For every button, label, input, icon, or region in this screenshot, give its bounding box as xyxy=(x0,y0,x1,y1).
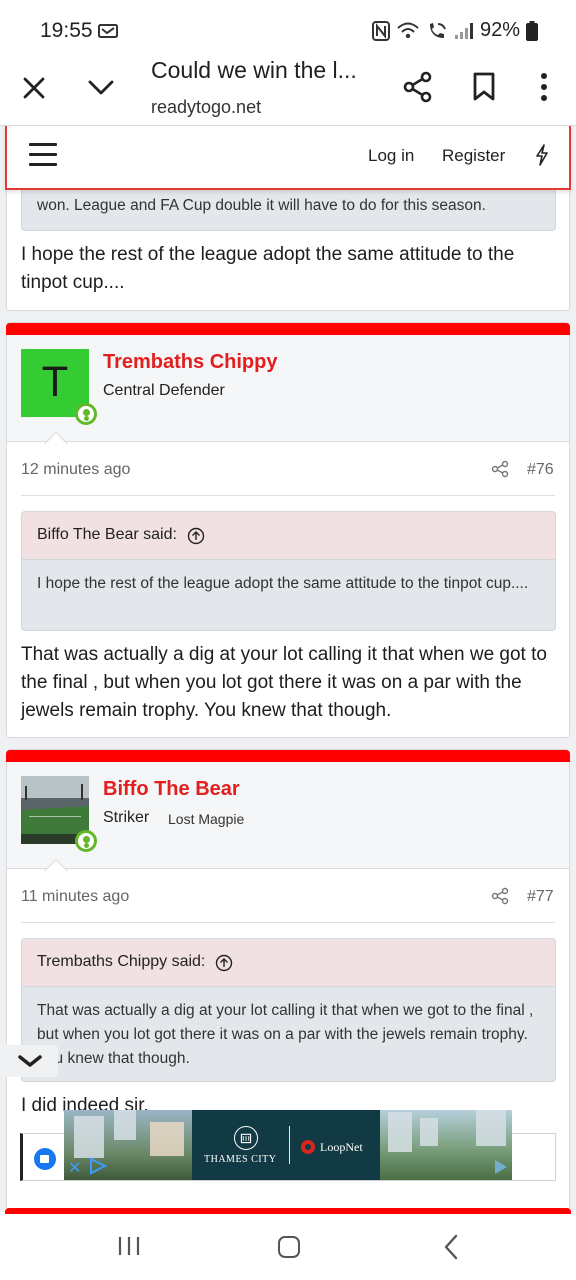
register-link[interactable]: Register xyxy=(442,146,505,166)
share-icon[interactable] xyxy=(403,71,433,103)
hamburger-menu-icon[interactable] xyxy=(29,143,57,167)
more-options-icon[interactable] xyxy=(538,72,550,102)
back-icon[interactable] xyxy=(443,1234,459,1260)
username[interactable]: Trembaths Chippy xyxy=(103,351,277,374)
thames-city-logo-icon xyxy=(234,1126,258,1150)
avatar[interactable] xyxy=(21,776,97,852)
user-banner: Lost Magpie xyxy=(168,811,245,827)
quote-block: Biffo The Bear said: I hope the rest of … xyxy=(21,511,556,631)
recent-apps-icon[interactable] xyxy=(118,1236,140,1256)
signal-icon xyxy=(454,22,473,39)
status-indicators: 92% xyxy=(371,19,538,42)
online-status-icon xyxy=(75,830,97,852)
loopnet-logo-icon xyxy=(301,1140,315,1154)
ad-choices-icon[interactable] xyxy=(492,1158,510,1176)
mail-notification-icon xyxy=(98,24,118,38)
status-bar: 19:55 92% xyxy=(0,0,576,56)
login-link[interactable]: Log in xyxy=(368,146,414,166)
page-url[interactable]: readytogo.net xyxy=(151,97,261,118)
like-icon[interactable] xyxy=(34,1148,56,1170)
user-block-notch xyxy=(43,430,69,444)
meta-divider xyxy=(21,495,555,496)
post-card: T Trembaths Chippy Central Defender 12 m… xyxy=(6,322,570,738)
home-icon[interactable] xyxy=(278,1236,300,1258)
post-accent-bar xyxy=(6,750,570,762)
ad-brand-loopnet: LoopNet xyxy=(320,1140,363,1154)
quote-author: Biffo The Bear said: xyxy=(37,526,177,543)
post-text: I hope the rest of the league adopt the … xyxy=(21,244,515,293)
close-icon[interactable] xyxy=(22,76,46,100)
chevron-down-icon xyxy=(18,1055,42,1067)
post-share-icon[interactable] xyxy=(491,460,509,478)
bookmark-icon[interactable] xyxy=(472,72,496,102)
user-title: Central Defender xyxy=(103,382,225,399)
arrow-up-circle-icon[interactable] xyxy=(187,527,205,545)
browser-toolbar: Could we win the l... readytogo.net xyxy=(0,56,576,126)
post-number[interactable]: #77 xyxy=(527,888,554,906)
user-block-notch xyxy=(43,857,69,871)
system-nav-bar xyxy=(0,1212,576,1280)
battery-percent: 92% xyxy=(479,19,520,41)
chevron-down-icon[interactable] xyxy=(88,78,114,98)
page-title[interactable]: Could we win the l... xyxy=(151,57,381,84)
nfc-icon xyxy=(371,20,390,41)
quote-header[interactable]: Trembaths Chippy said: xyxy=(22,939,555,987)
ad-brand-thames: THAMES CITY xyxy=(204,1154,277,1165)
ad-close-icon[interactable]: ✕ xyxy=(68,1158,81,1178)
ad-choices-icon[interactable] xyxy=(88,1157,108,1175)
meta-divider xyxy=(21,922,555,923)
arrow-up-circle-icon[interactable] xyxy=(215,954,233,972)
wifi-calling-icon xyxy=(429,22,446,38)
collapse-tab[interactable] xyxy=(0,1045,58,1077)
post-accent-bar xyxy=(6,323,570,335)
ad-banner[interactable]: THAMES CITY LoopNet ✕ xyxy=(64,1110,512,1180)
lightning-bolt-icon[interactable] xyxy=(534,144,550,166)
user-info: Biffo The Bear Striker Lost Magpie xyxy=(7,762,569,869)
quote-text: I hope the rest of the league adopt the … xyxy=(37,575,529,592)
quote-text: That was actually a dig at your lot call… xyxy=(37,1002,534,1067)
forum-header: Log in Register xyxy=(5,126,571,190)
online-status-icon xyxy=(75,403,97,425)
user-title: Striker xyxy=(103,809,150,826)
ad-center: THAMES CITY LoopNet xyxy=(192,1110,380,1180)
next-post-accent-bar xyxy=(5,1208,571,1214)
username[interactable]: Biffo The Bear xyxy=(103,778,240,801)
status-time: 19:55 xyxy=(40,19,93,42)
post-timestamp[interactable]: 11 minutes ago xyxy=(21,888,129,906)
post-text: That was actually a dig at your lot call… xyxy=(21,644,547,721)
ad-image-left xyxy=(64,1110,192,1180)
ad-separator xyxy=(289,1126,290,1164)
post-timestamp[interactable]: 12 minutes ago xyxy=(21,461,130,479)
wifi-icon xyxy=(397,22,419,38)
battery-icon xyxy=(526,20,538,41)
post-number[interactable]: #76 xyxy=(527,461,554,479)
thread-content: won. League and FA Cup double it will ha… xyxy=(0,126,576,1212)
avatar[interactable]: T xyxy=(21,349,97,425)
quote-block: Trembaths Chippy said: That was actually… xyxy=(21,938,556,1082)
post-share-icon[interactable] xyxy=(491,887,509,905)
quote-text: won. League and FA Cup double it will ha… xyxy=(37,197,486,214)
quote-author: Trembaths Chippy said: xyxy=(37,953,206,970)
quote-header[interactable]: Biffo The Bear said: xyxy=(22,512,555,560)
user-info: T Trembaths Chippy Central Defender xyxy=(7,335,569,442)
